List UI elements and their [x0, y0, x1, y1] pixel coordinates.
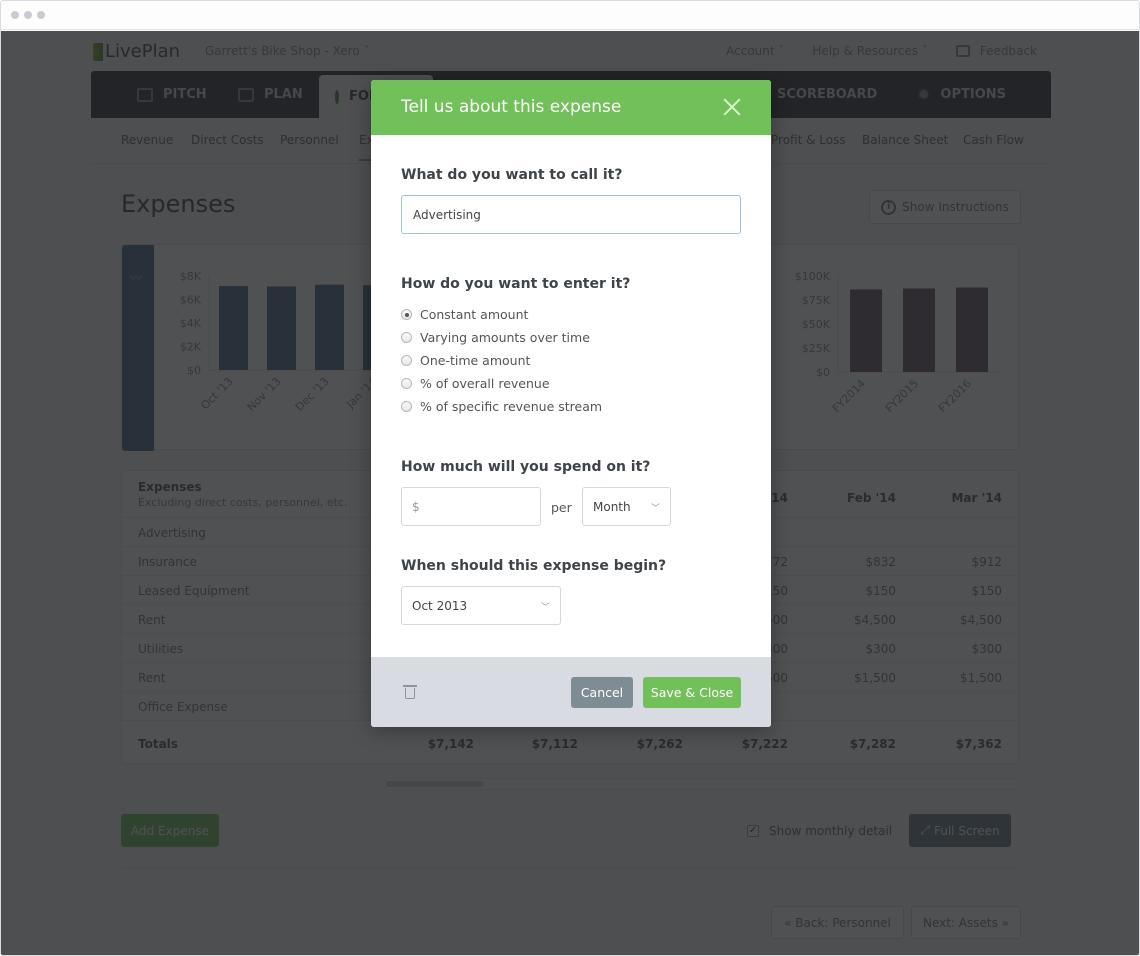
method-question: How do you want to enter it?: [401, 276, 631, 292]
trash-lid: [403, 685, 417, 687]
radio-button[interactable]: [401, 355, 412, 366]
save-close-button[interactable]: Save & Close: [643, 677, 741, 708]
method-option[interactable]: Constant amount: [401, 307, 528, 322]
name-question: What do you want to call it?: [401, 167, 623, 183]
method-option[interactable]: One-time amount: [401, 353, 530, 368]
radio-button[interactable]: [401, 378, 412, 389]
modal-header: Tell us about this expense: [371, 80, 771, 135]
window-dot-close[interactable]: [11, 11, 19, 19]
method-option[interactable]: % of overall revenue: [401, 376, 550, 391]
method-option-label: One-time amount: [420, 353, 531, 368]
method-option[interactable]: % of specific revenue stream: [401, 399, 602, 414]
method-option-label: % of overall revenue: [420, 376, 550, 391]
modal-footer: Cancel Save & Close: [371, 657, 771, 727]
method-option-label: Constant amount: [420, 307, 529, 322]
window-dot-maximize[interactable]: [37, 11, 45, 19]
browser-window: LivePlan Garrett's Bike Shop - Xero ˇ Ac…: [0, 0, 1140, 956]
expense-name-input[interactable]: [401, 195, 741, 234]
method-option-label: Varying amounts over time: [420, 330, 590, 345]
radio-button[interactable]: [401, 401, 412, 412]
close-icon[interactable]: [723, 98, 741, 116]
window-dot-minimize[interactable]: [24, 11, 32, 19]
browser-titlebar: [1, 1, 1139, 30]
chevron-down-icon: ﹀: [540, 603, 550, 613]
start-date-value: Oct 2013: [412, 598, 468, 613]
start-question: When should this expense begin?: [401, 558, 667, 574]
expense-modal: Tell us about this expense What do you w…: [371, 80, 771, 727]
trash-icon[interactable]: [403, 685, 417, 699]
trash-body: [405, 688, 415, 699]
radio-button[interactable]: [401, 309, 412, 320]
amount-question: How much will you spend on it?: [401, 459, 651, 475]
radio-button[interactable]: [401, 332, 412, 343]
per-label: per: [551, 500, 572, 515]
cancel-button[interactable]: Cancel: [571, 677, 633, 708]
method-option[interactable]: Varying amounts over time: [401, 330, 590, 345]
amount-input[interactable]: [401, 487, 541, 526]
method-option-label: % of specific revenue stream: [420, 399, 603, 414]
start-date-select[interactable]: Oct 2013 ﹀: [401, 586, 561, 625]
period-select[interactable]: Month ﹀: [582, 487, 671, 526]
chevron-down-icon: ﹀: [650, 504, 660, 514]
period-value: Month: [593, 499, 631, 514]
modal-title: Tell us about this expense: [401, 97, 622, 117]
